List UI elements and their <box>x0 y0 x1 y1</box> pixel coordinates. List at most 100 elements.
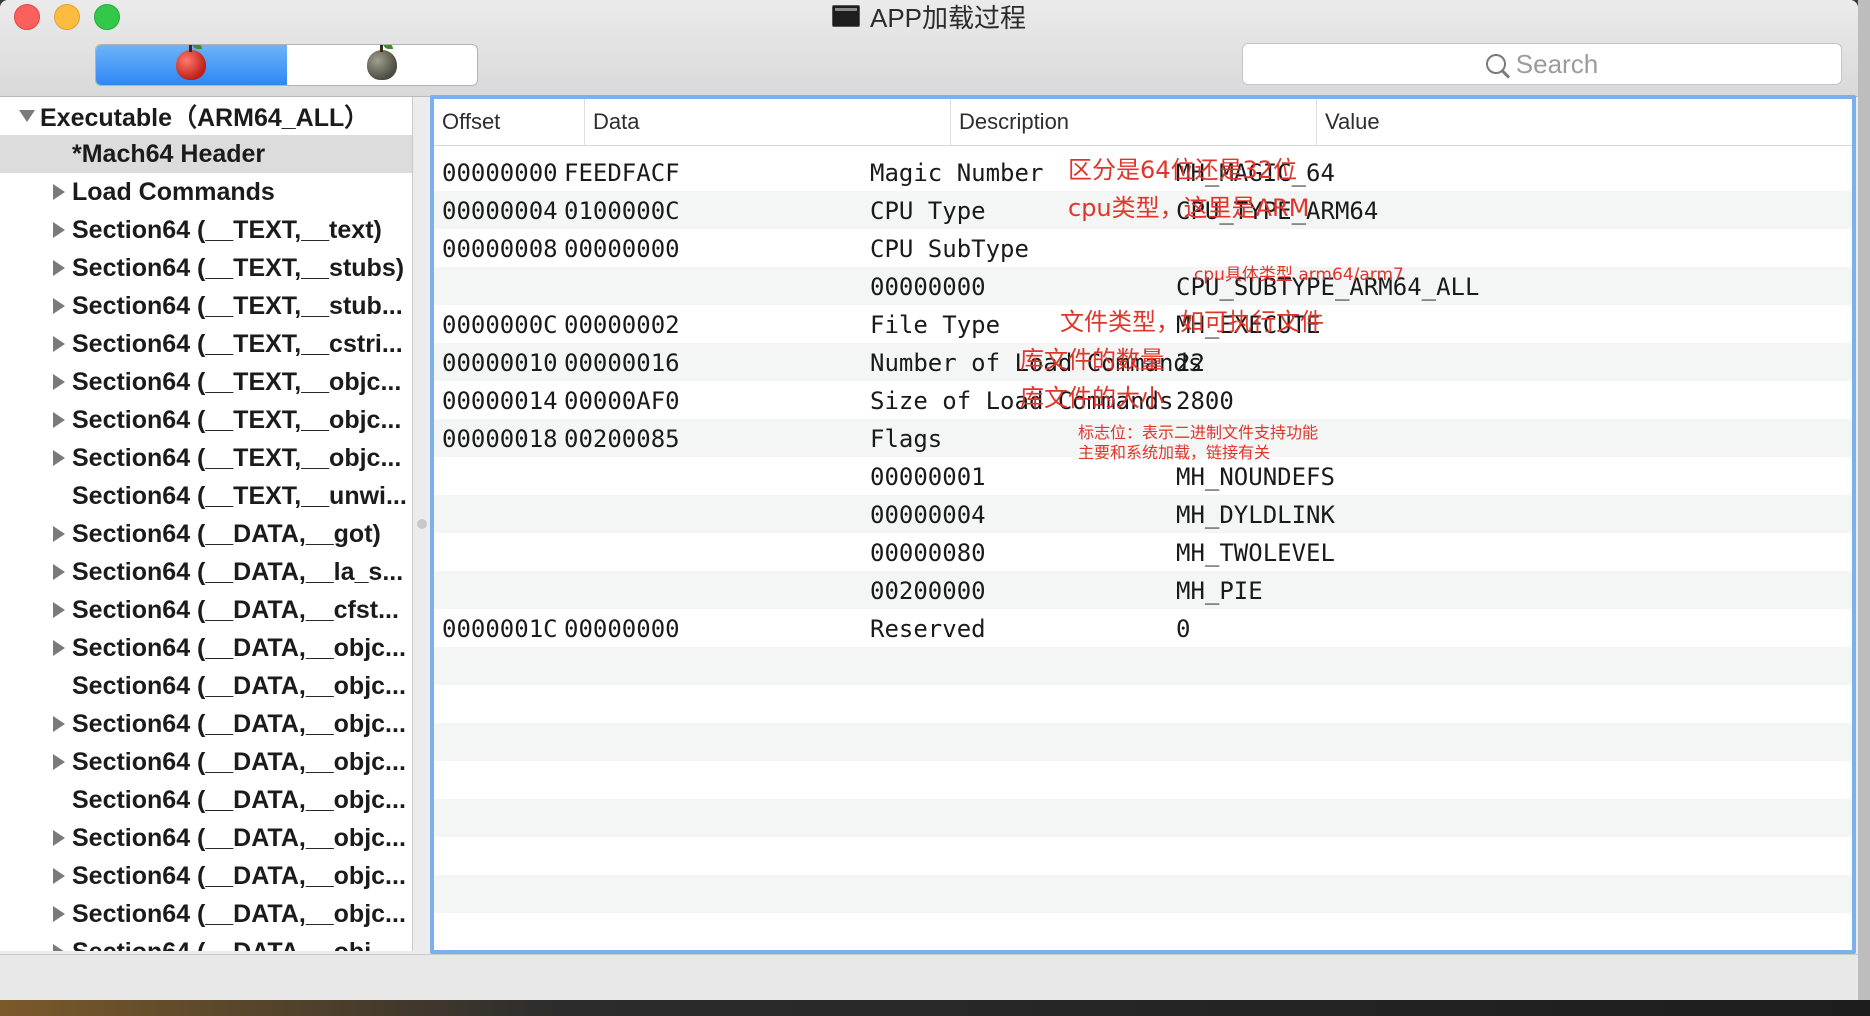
table-row[interactable] <box>434 913 1852 950</box>
tree-item[interactable]: Section64 (__TEXT,__stub... <box>0 287 412 325</box>
tree-item[interactable]: Section64 (__TEXT,__unwi... <box>0 477 412 515</box>
table-row[interactable] <box>434 799 1852 837</box>
tree-item[interactable]: Section64 (__DATA,__objc... <box>0 743 412 781</box>
table-row[interactable]: 00000004 MH_DYLDLINK <box>434 495 1852 533</box>
search-placeholder: Search <box>1515 48 1599 79</box>
disclosure-collapsed-icon[interactable] <box>53 640 65 656</box>
tree-item-label: Load Commands <box>72 177 275 206</box>
tree-item[interactable]: *Mach64 Header <box>0 135 412 173</box>
tree-item[interactable]: Section64 (__TEXT,__cstri... <box>0 325 412 363</box>
search-field[interactable]: Search <box>1242 43 1842 85</box>
status-bar <box>0 954 1858 1000</box>
tree-item[interactable]: Section64 (__TEXT,__objc... <box>0 363 412 401</box>
column-header-value[interactable]: Value <box>1316 99 1845 145</box>
tree-item[interactable]: Section64 (__DATA,__objc... <box>0 857 412 895</box>
table-row[interactable]: 00000014 00000AF0 Size of Load Commands 280… <box>434 381 1852 419</box>
cell-value: 0 <box>1176 615 1191 643</box>
tree-item-label: Section64 (__DATA,__objc... <box>72 747 406 776</box>
column-header-data[interactable]: Data <box>584 99 949 145</box>
disclosure-collapsed-icon[interactable] <box>53 260 65 276</box>
table-row[interactable]: 00000000 FEEDFACF Magic Number MH_MAGIC_64 区… <box>434 153 1852 191</box>
tree-item-label: Section64 (__DATA,__objc... <box>72 709 406 738</box>
annotation-note: 库文件的数量 <box>1020 346 1164 374</box>
view-mode-segmented-control[interactable] <box>95 44 478 86</box>
tree-item[interactable]: Section64 (__DATA,__objc... <box>0 667 412 705</box>
cell-desc: CPU SubType <box>870 235 1029 263</box>
tree-item[interactable]: Section64 (__DATA,__objc... <box>0 895 412 933</box>
tree-item[interactable]: Section64 (__DATA,__objc... <box>0 781 412 819</box>
disclosure-collapsed-icon[interactable] <box>53 602 65 618</box>
tree-item-label: Section64 (__TEXT,__stub... <box>72 291 403 320</box>
table-row[interactable] <box>434 723 1852 761</box>
tree-item-label: Section64 (__TEXT,__objc... <box>72 443 402 472</box>
column-header-description[interactable]: Description <box>950 99 1315 145</box>
annotation-note: 区分是64位还是32位 <box>1068 156 1298 184</box>
disclosure-collapsed-icon[interactable] <box>53 450 65 466</box>
disclosure-expanded-icon[interactable] <box>19 110 35 122</box>
tree-item[interactable]: Section64 (__TEXT,__objc... <box>0 439 412 477</box>
cell-desc: 00000001 <box>870 463 986 491</box>
disclosure-collapsed-icon[interactable] <box>53 298 65 314</box>
split-view-divider[interactable] <box>417 519 427 529</box>
tree-item[interactable]: Section64 (__DATA,__la_s... <box>0 553 412 591</box>
table-row[interactable]: 00000080 MH_TWOLEVEL <box>434 533 1852 571</box>
disclosure-collapsed-icon[interactable] <box>53 526 65 542</box>
tree-item[interactable]: Section64 (__TEXT,__objc... <box>0 401 412 439</box>
table-row[interactable] <box>434 875 1852 913</box>
table-row[interactable] <box>434 761 1852 799</box>
tree-item[interactable]: Section64 (__TEXT,__stubs) <box>0 249 412 287</box>
table-row[interactable] <box>434 647 1852 685</box>
cell-data: 00000AF0 <box>564 387 680 415</box>
table-row[interactable]: 0000001C 00000000 Reserved 0 <box>434 609 1852 647</box>
disclosure-collapsed-icon[interactable] <box>53 906 65 922</box>
tree-item[interactable]: Load Commands <box>0 173 412 211</box>
table-row[interactable] <box>434 685 1852 723</box>
disclosure-collapsed-icon[interactable] <box>53 412 65 428</box>
table-row[interactable]: 00000001 MH_NOUNDEFS <box>434 457 1852 495</box>
column-header-offset[interactable]: Offset <box>434 99 582 145</box>
disclosure-collapsed-icon[interactable] <box>53 564 65 580</box>
rva-view-button[interactable] <box>287 45 478 85</box>
cell-offset: 00000004 <box>442 197 558 225</box>
tree-item[interactable]: Section64 (__DATA,__got) <box>0 515 412 553</box>
tree-item[interactable]: Section64 (__DATA,__cfst... <box>0 591 412 629</box>
cell-desc: 00000080 <box>870 539 986 567</box>
window-title-area: APP加载过程 <box>0 0 1858 33</box>
tree-item[interactable]: Section64 (__DATA,__obj... <box>0 933 412 951</box>
header-table[interactable]: Offset Data Description Value 00000000 FE… <box>430 95 1856 954</box>
tree-item[interactable]: Executable（ARM64_ALL） <box>0 97 412 135</box>
raw-view-button[interactable] <box>96 45 287 85</box>
disclosure-collapsed-icon[interactable] <box>53 754 65 770</box>
tree-item-label: Section64 (__TEXT,__text) <box>72 215 382 244</box>
gray-apple-icon <box>366 45 397 80</box>
table-row[interactable]: 00000010 00000016 Number of Load Commands 2… <box>434 343 1852 381</box>
tree-item[interactable]: Section64 (__TEXT,__text) <box>0 211 412 249</box>
disclosure-collapsed-icon[interactable] <box>53 830 65 846</box>
disclosure-collapsed-icon[interactable] <box>53 944 65 951</box>
disclosure-collapsed-icon[interactable] <box>53 374 65 390</box>
tree-item[interactable]: Section64 (__DATA,__objc... <box>0 705 412 743</box>
table-row[interactable]: 00200000 MH_PIE <box>434 571 1852 609</box>
cell-value: 22 <box>1176 349 1205 377</box>
cell-value: MH_NOUNDEFS <box>1176 463 1335 491</box>
cell-desc: File Type <box>870 311 1001 339</box>
cell-offset: 00000008 <box>442 235 558 263</box>
table-row[interactable]: 00000018 00200085 Flags 标志位：表示二进制文件支持功能 主要和… <box>434 419 1852 462</box>
tree-item[interactable]: Section64 (__DATA,__objc... <box>0 819 412 857</box>
app-window: APP加载过程 Search Executable（ARM64_ALL） *Mac… <box>0 0 1858 1000</box>
tree-item-label: Section64 (__TEXT,__unwi... <box>72 481 407 510</box>
disclosure-collapsed-icon[interactable] <box>53 336 65 352</box>
table-row[interactable]: 0000000C 00000002 File Type MH_EXECUTE 文件类型，… <box>434 305 1852 343</box>
cell-value: 2800 <box>1176 387 1234 415</box>
disclosure-collapsed-icon[interactable] <box>53 184 65 200</box>
table-row[interactable]: 00000000 CPU_SUBTYPE_ARM64_ALL cpu具体类型 arm… <box>434 265 1852 305</box>
disclosure-collapsed-icon[interactable] <box>53 716 65 732</box>
table-row[interactable] <box>434 837 1852 875</box>
disclosure-collapsed-icon[interactable] <box>53 222 65 238</box>
structure-tree[interactable]: Executable（ARM64_ALL） *Mach64 Header Load … <box>0 97 413 951</box>
table-row[interactable]: 00000004 0100000C CPU Type CPU_TYPE_ARM64 cp… <box>434 191 1852 229</box>
disclosure-collapsed-icon[interactable] <box>53 868 65 884</box>
cell-data: 00000000 <box>564 615 680 643</box>
table-row[interactable]: 00000008 00000000 CPU SubType <box>434 229 1852 267</box>
tree-item[interactable]: Section64 (__DATA,__objc... <box>0 629 412 667</box>
